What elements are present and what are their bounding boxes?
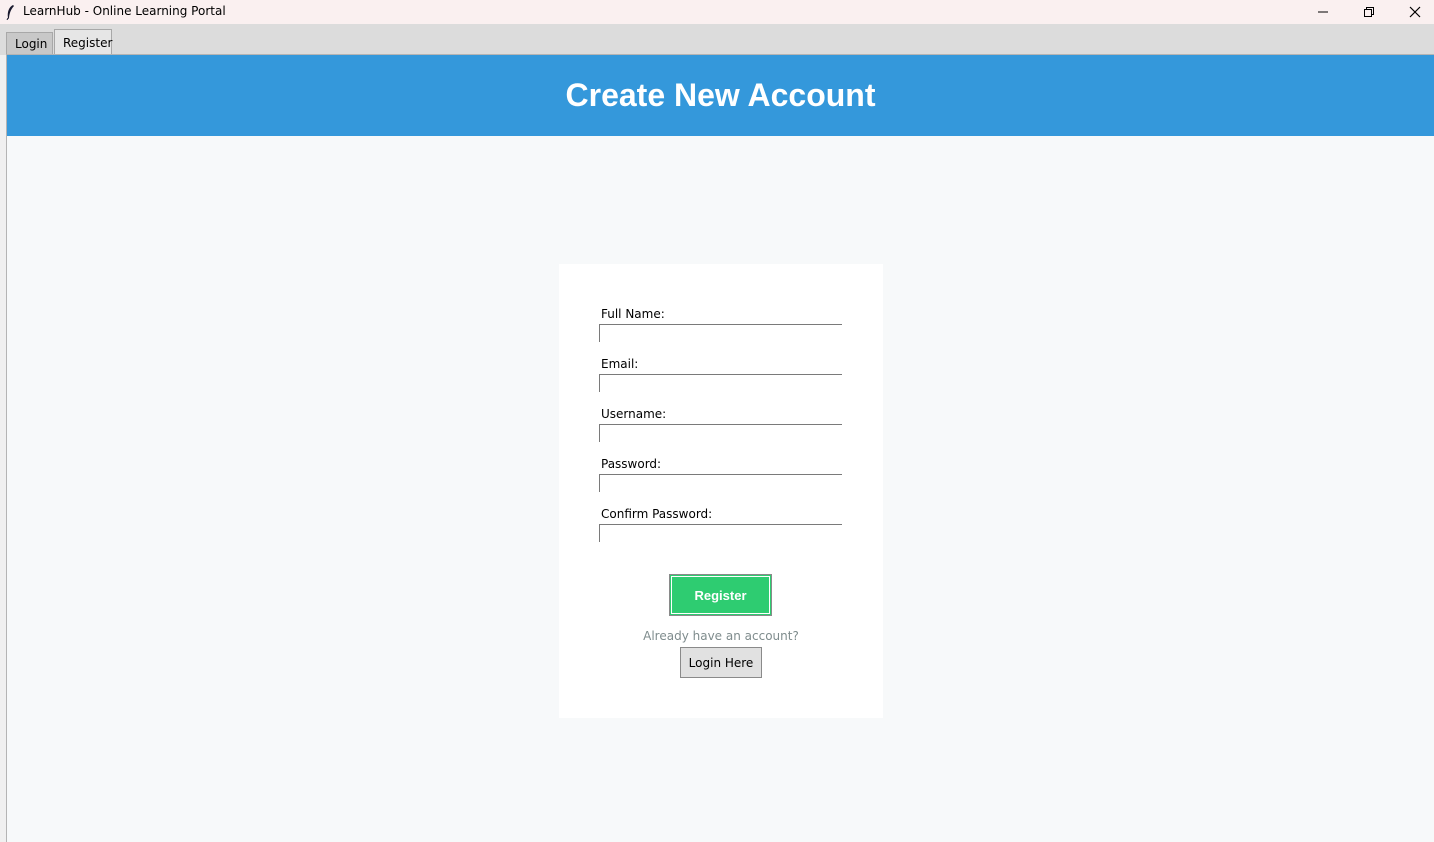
page-title: Create New Account <box>565 77 876 113</box>
register-form-card: Full Name: Email: Username: Password: Co… <box>559 264 883 718</box>
window-title: LearnHub - Online Learning Portal <box>23 4 226 18</box>
header-banner: Create New Account <box>7 55 1434 136</box>
username-input[interactable] <box>599 424 842 442</box>
minimize-button[interactable] <box>1300 0 1346 24</box>
already-have-account-text: Already have an account? <box>643 629 799 643</box>
full-name-label: Full Name: <box>601 307 665 321</box>
minimize-icon <box>1318 11 1328 13</box>
password-input[interactable] <box>599 474 842 492</box>
password-label: Password: <box>601 457 662 471</box>
register-button[interactable]: Register <box>669 574 772 616</box>
confirm-password-label: Confirm Password: <box>601 507 713 521</box>
full-name-input[interactable] <box>599 324 842 342</box>
register-panel: Create New Account Full Name: Email: Use… <box>6 54 1434 842</box>
tab-login[interactable]: Login <box>6 32 53 54</box>
login-here-button[interactable]: Login Here <box>680 647 762 678</box>
username-label: Username: <box>601 407 667 421</box>
close-button[interactable] <box>1392 0 1434 24</box>
tab-strip: Login Register <box>0 24 1434 55</box>
confirm-password-input[interactable] <box>599 524 842 542</box>
restore-button[interactable] <box>1346 0 1392 24</box>
feather-icon <box>6 5 14 20</box>
email-input[interactable] <box>599 374 842 392</box>
close-icon <box>1409 6 1421 18</box>
restore-icon <box>1364 7 1374 17</box>
tab-register[interactable]: Register <box>54 29 112 55</box>
title-bar: LearnHub - Online Learning Portal <box>0 0 1434 24</box>
email-label: Email: <box>601 357 639 371</box>
